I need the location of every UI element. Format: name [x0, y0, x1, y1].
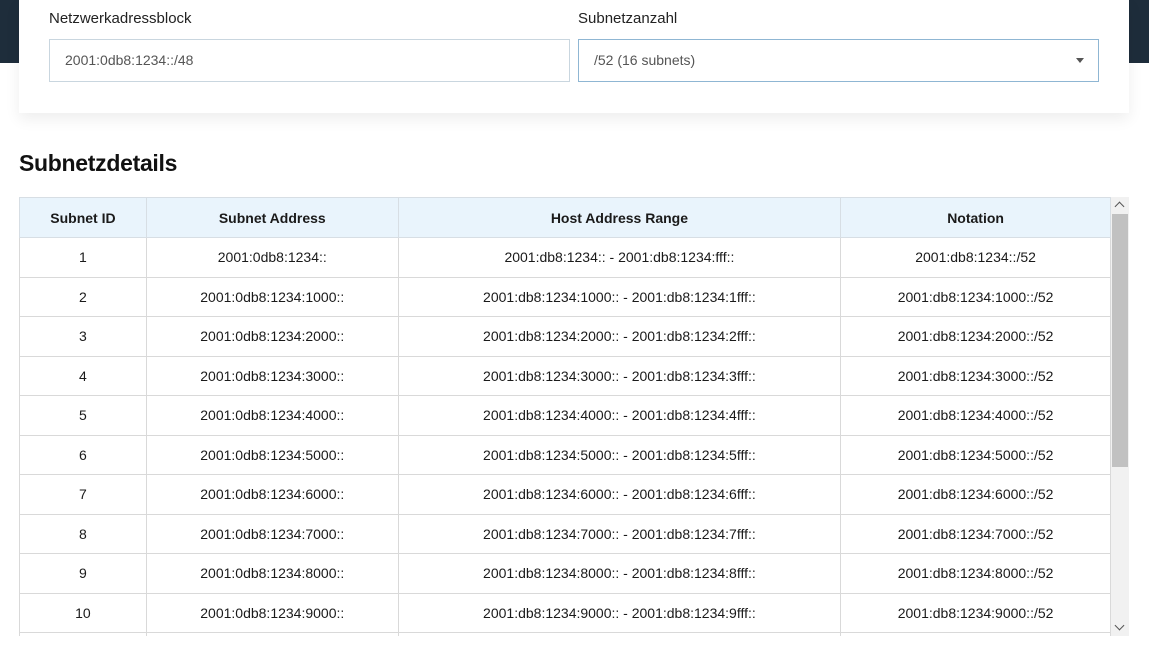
cell-host-range: 2001:db8:1234:8000:: - 2001:db8:1234:8ff… [397, 553, 842, 594]
cell-host-range: 2001:db8:1234:9000:: - 2001:db8:1234:9ff… [397, 592, 842, 633]
cell-notation: 2001:db8:1234:7000::/52 [840, 513, 1111, 554]
cell-subnet-address: 2001:0db8:1234:2000:: [145, 316, 399, 357]
network-block-label: Netzwerkadressblock [49, 10, 192, 27]
table-row: 6 2001:0db8:1234:5000:: 2001:db8:1234:5000… [19, 434, 1111, 475]
table-scrollbar[interactable] [1111, 197, 1129, 636]
cell-subnet-address: 2001:0db8:1234:9000:: [145, 592, 399, 633]
col-header-notation: Notation [840, 197, 1111, 238]
network-block-input[interactable]: 2001:0db8:1234::/48 [49, 39, 570, 82]
cell-notation: 2001:db8:1234:3000::/52 [840, 355, 1111, 396]
scroll-up-button[interactable] [1111, 197, 1129, 214]
cell-host-range: 2001:db8:1234:3000:: - 2001:db8:1234:3ff… [397, 355, 842, 396]
cell-subnet-id: 1 [19, 237, 147, 278]
cell-host-range: 2001:db8:1234:7000:: - 2001:db8:1234:7ff… [397, 513, 842, 554]
table-row: 5 2001:0db8:1234:4000:: 2001:db8:1234:4000… [19, 395, 1111, 436]
cell-notation [840, 632, 1111, 636]
cell-subnet-id: 3 [19, 316, 147, 357]
cell-subnet-address: 2001:0db8:1234:1000:: [145, 276, 399, 317]
cell-subnet-id: 6 [19, 434, 147, 475]
subnet-form-card: Netzwerkadressblock 2001:0db8:1234::/48 … [19, 0, 1129, 113]
chevron-down-icon [1076, 58, 1084, 63]
subnet-count-select[interactable]: /52 (16 subnets) [578, 39, 1099, 82]
cell-subnet-address: 2001:0db8:1234:4000:: [145, 395, 399, 436]
cell-subnet-id: 4 [19, 355, 147, 396]
cell-subnet-address: 2001:0db8:1234:8000:: [145, 553, 399, 594]
cell-subnet-address: 2001:0db8:1234:: [145, 237, 399, 278]
section-title: Subnetzdetails [19, 150, 178, 176]
cell-subnet-id: 2 [19, 276, 147, 317]
cell-host-range: 2001:db8:1234:4000:: - 2001:db8:1234:4ff… [397, 395, 842, 436]
subnet-count-label: Subnetzanzahl [578, 10, 678, 27]
cell-subnet-id: 5 [19, 395, 147, 436]
cell-notation: 2001:db8:1234:2000::/52 [840, 316, 1111, 357]
subnet-table-container[interactable]: Subnet ID Subnet Address Host Address Ra… [19, 197, 1129, 636]
scroll-down-button[interactable] [1111, 619, 1129, 636]
cell-subnet-id: 10 [19, 592, 147, 633]
table-row: 3 2001:0db8:1234:2000:: 2001:db8:1234:2000… [19, 316, 1111, 357]
cell-subnet-address: 2001:0db8:1234:6000:: [145, 474, 399, 515]
cell-subnet-id: 8 [19, 513, 147, 554]
subnet-table: Subnet ID Subnet Address Host Address Ra… [19, 197, 1111, 636]
table-row: 4 2001:0db8:1234:3000:: 2001:db8:1234:3000… [19, 355, 1111, 396]
chevron-down-icon [1114, 620, 1125, 631]
cell-notation: 2001:db8:1234:9000::/52 [840, 592, 1111, 633]
cell-subnet-id: 7 [19, 474, 147, 515]
cell-notation: 2001:db8:1234::/52 [840, 237, 1111, 278]
col-header-subnet-id: Subnet ID [19, 197, 147, 238]
cell-subnet-id: 9 [19, 553, 147, 594]
cell-notation: 2001:db8:1234:1000::/52 [840, 276, 1111, 317]
cell-notation: 2001:db8:1234:8000::/52 [840, 553, 1111, 594]
cell-notation: 2001:db8:1234:4000::/52 [840, 395, 1111, 436]
cell-notation: 2001:db8:1234:6000::/52 [840, 474, 1111, 515]
cell-host-range: 2001:db8:1234:6000:: - 2001:db8:1234:6ff… [397, 474, 842, 515]
chevron-up-icon [1114, 201, 1125, 212]
cell-subnet-address: 2001:0db8:1234:7000:: [145, 513, 399, 554]
cell-host-range [397, 632, 842, 636]
cell-subnet-address: 2001:0db8:1234:5000:: [145, 434, 399, 475]
cell-host-range: 2001:db8:1234:2000:: - 2001:db8:1234:2ff… [397, 316, 842, 357]
cell-subnet-id [19, 632, 147, 636]
cell-subnet-address: 2001:0db8:1234:3000:: [145, 355, 399, 396]
table-row: 9 2001:0db8:1234:8000:: 2001:db8:1234:8000… [19, 553, 1111, 594]
table-row: 2 2001:0db8:1234:1000:: 2001:db8:1234:1000… [19, 276, 1111, 317]
cell-host-range: 2001:db8:1234:: - 2001:db8:1234:fff:: [397, 237, 842, 278]
cell-subnet-address [145, 632, 399, 636]
table-row: 1 2001:0db8:1234:: 2001:db8:1234:: - 2001:… [19, 237, 1111, 278]
cell-host-range: 2001:db8:1234:1000:: - 2001:db8:1234:1ff… [397, 276, 842, 317]
table-row [19, 632, 1111, 636]
col-header-host-range: Host Address Range [397, 197, 842, 238]
cell-notation: 2001:db8:1234:5000::/52 [840, 434, 1111, 475]
table-header-row: Subnet ID Subnet Address Host Address Ra… [19, 197, 1111, 238]
cell-host-range: 2001:db8:1234:5000:: - 2001:db8:1234:5ff… [397, 434, 842, 475]
scroll-thumb[interactable] [1112, 214, 1128, 467]
table-row: 7 2001:0db8:1234:6000:: 2001:db8:1234:6000… [19, 474, 1111, 515]
col-header-subnet-address: Subnet Address [145, 197, 399, 238]
table-row: 10 2001:0db8:1234:9000:: 2001:db8:1234:900… [19, 592, 1111, 633]
table-row: 8 2001:0db8:1234:7000:: 2001:db8:1234:7000… [19, 513, 1111, 554]
subnet-count-value: /52 (16 subnets) [594, 52, 696, 68]
